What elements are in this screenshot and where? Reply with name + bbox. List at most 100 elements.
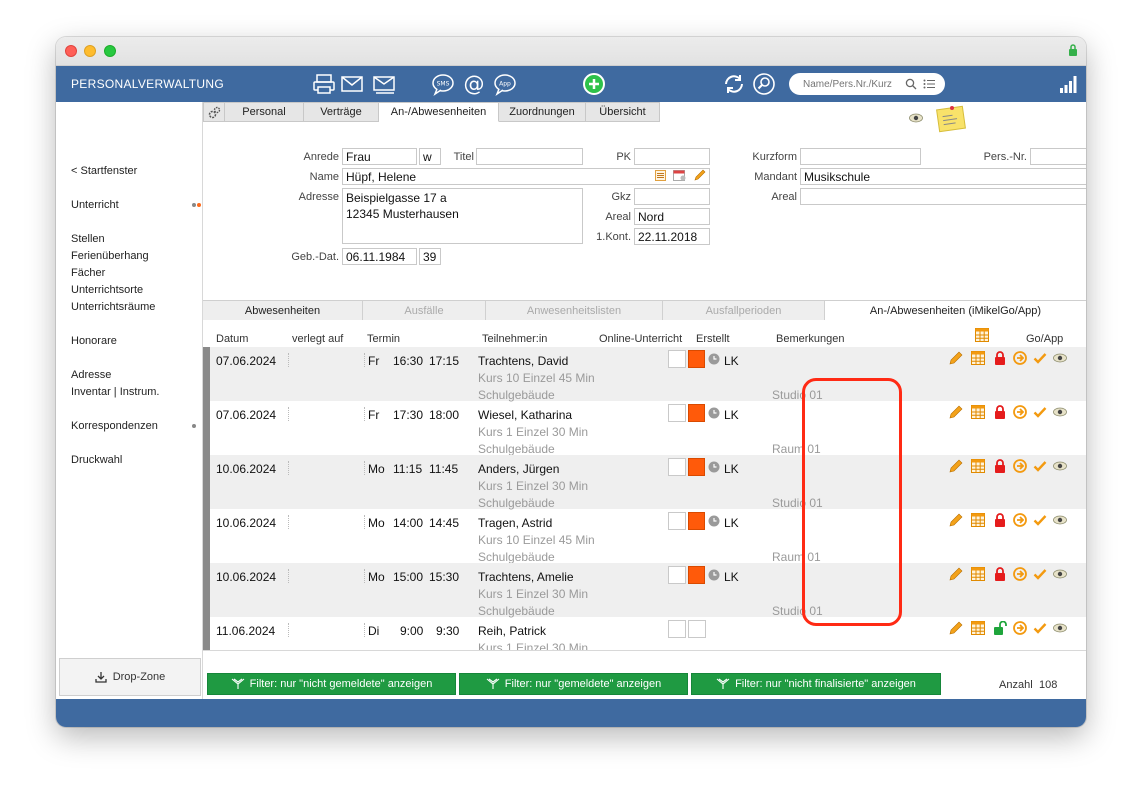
online-checkbox[interactable]: [668, 566, 686, 584]
filter-not-reported-button[interactable]: Filter: nur "nicht gemeldete" anzeigen: [207, 673, 456, 695]
online-checkbox[interactable]: [668, 620, 686, 638]
sticky-note-icon[interactable]: [935, 104, 967, 134]
sidebar-item-druckwahl[interactable]: Druckwahl: [71, 454, 122, 466]
column-datum[interactable]: Datum: [216, 333, 248, 345]
gebdat-field[interactable]: 06.11.1984: [342, 248, 417, 265]
sidebar-item-ferienueberhang[interactable]: Ferienüberhang: [71, 250, 149, 262]
checkmark-icon[interactable]: [1033, 459, 1047, 473]
areal2-field[interactable]: [800, 188, 1086, 205]
arrow-right-circle-icon[interactable]: [1013, 621, 1027, 635]
eye-icon[interactable]: [1053, 459, 1067, 473]
arrow-right-circle-icon[interactable]: [1013, 405, 1027, 419]
tab-zuordnungen[interactable]: Zuordnungen: [499, 102, 586, 122]
eye-icon[interactable]: [1053, 621, 1067, 635]
online-checkbox[interactable]: [668, 512, 686, 530]
at-email-icon[interactable]: @: [462, 72, 486, 96]
titel-field[interactable]: [476, 148, 583, 165]
adresse-field[interactable]: Beispielgasse 17 a 12345 Musterhausen: [342, 188, 583, 244]
lock-closed-icon[interactable]: [993, 405, 1007, 419]
table-row[interactable]: 07.06.2024 Fr 17:30 18:00 Wiesel, Kathar…: [210, 401, 1086, 456]
edit-pencil-icon[interactable]: [949, 351, 963, 365]
refresh-icon[interactable]: [722, 72, 746, 96]
drop-zone[interactable]: Drop-Zone: [59, 658, 201, 696]
arrow-right-circle-icon[interactable]: [1013, 567, 1027, 581]
filter-reported-button[interactable]: Filter: nur "gemeldete" anzeigen: [459, 673, 688, 695]
column-verlegt-auf[interactable]: verlegt auf: [292, 333, 343, 345]
anrede-field[interactable]: Frau: [342, 148, 417, 165]
subtab-abwesenheiten[interactable]: Abwesenheiten: [203, 301, 363, 320]
calendar-icon[interactable]: [673, 169, 686, 181]
table-grid-icon[interactable]: [971, 351, 985, 365]
kontakt-date-field[interactable]: 22.11.2018: [634, 228, 710, 245]
column-go-app[interactable]: Go/App: [1026, 333, 1063, 345]
settings-tab[interactable]: [203, 102, 225, 122]
minimize-window-button[interactable]: [84, 45, 96, 57]
column-termin[interactable]: Termin: [367, 333, 400, 345]
created-status-box[interactable]: [688, 566, 705, 584]
column-erstellt[interactable]: Erstellt: [696, 333, 730, 345]
table-grid-icon[interactable]: [975, 328, 989, 342]
table-grid-icon[interactable]: [971, 459, 985, 473]
mandant-field[interactable]: Musikschule: [800, 168, 1086, 185]
sms-icon[interactable]: SMS: [431, 72, 455, 96]
sidebar-item-inventar[interactable]: Inventar | Instrum.: [71, 386, 159, 398]
table-grid-icon[interactable]: [971, 567, 985, 581]
created-status-box[interactable]: [688, 404, 705, 422]
mail-icon[interactable]: [340, 72, 364, 96]
search-field[interactable]: [789, 73, 945, 95]
tab-personal[interactable]: Personal: [225, 102, 304, 122]
printer-icon[interactable]: [312, 72, 336, 96]
column-bemerkungen[interactable]: Bemerkungen: [776, 333, 845, 345]
checkmark-icon[interactable]: [1033, 405, 1047, 419]
sidebar-item-faecher[interactable]: Fächer: [71, 267, 105, 279]
sidebar-item-unterricht[interactable]: Unterricht: [71, 199, 119, 211]
arrow-right-circle-icon[interactable]: [1013, 351, 1027, 365]
table-row[interactable]: 10.06.2024 Mo 14:00 14:45 Tragen, Astrid…: [210, 509, 1086, 564]
eye-icon[interactable]: [1053, 351, 1067, 365]
sidebar-item-stellen[interactable]: Stellen: [71, 233, 105, 245]
column-teilnehmer[interactable]: Teilnehmer:in: [482, 333, 547, 345]
column-online-unterricht[interactable]: Online-Unterricht: [599, 333, 682, 345]
edit-pencil-icon[interactable]: [949, 621, 963, 635]
areal-field[interactable]: Nord: [634, 208, 710, 225]
table-row[interactable]: 10.06.2024 Mo 11:15 11:45 Anders, Jürgen…: [210, 455, 1086, 510]
anrede-code-field[interactable]: w: [419, 148, 441, 165]
filter-not-finalized-button[interactable]: Filter: nur "nicht finalisierte" anzeige…: [691, 673, 941, 695]
kurzform-field[interactable]: [800, 148, 921, 165]
created-status-box[interactable]: [688, 620, 706, 638]
sidebar-item-adresse[interactable]: Adresse: [71, 369, 111, 381]
eye-icon[interactable]: [1053, 567, 1067, 581]
lock-open-icon[interactable]: [993, 621, 1007, 635]
persnr-field[interactable]: [1030, 148, 1086, 165]
online-checkbox[interactable]: [668, 404, 686, 422]
mail-batch-icon[interactable]: [372, 72, 396, 96]
arrow-right-circle-icon[interactable]: [1013, 459, 1027, 473]
checkmark-icon[interactable]: [1033, 567, 1047, 581]
eye-icon[interactable]: [909, 113, 923, 123]
add-icon[interactable]: [582, 72, 606, 96]
edit-pencil-icon[interactable]: [949, 567, 963, 581]
online-checkbox[interactable]: [668, 350, 686, 368]
edit-pencil-icon[interactable]: [949, 459, 963, 473]
sidebar-item-honorare[interactable]: Honorare: [71, 335, 117, 347]
magnifier-icon[interactable]: [752, 72, 776, 96]
subtab-imikelgo-app[interactable]: An-/Abwesenheiten (iMikelGo/App): [825, 301, 1086, 320]
table-row[interactable]: 11.06.2024 Di 9:00 9:30 Reih, Patrick Ku…: [210, 617, 1086, 650]
arrow-right-circle-icon[interactable]: [1013, 513, 1027, 527]
search-input[interactable]: [803, 76, 903, 92]
checkmark-icon[interactable]: [1033, 513, 1047, 527]
lock-closed-icon[interactable]: [993, 459, 1007, 473]
edit-pencil-icon[interactable]: [949, 405, 963, 419]
gkz-field[interactable]: [634, 188, 710, 205]
lock-closed-icon[interactable]: [993, 351, 1007, 365]
created-status-box[interactable]: [688, 350, 705, 368]
table-grid-icon[interactable]: [971, 513, 985, 527]
list-icon[interactable]: [923, 78, 935, 90]
sidebar-item-unterrichtsraeume[interactable]: Unterrichtsräume: [71, 301, 155, 313]
lock-closed-icon[interactable]: [993, 567, 1007, 581]
checkmark-icon[interactable]: [1033, 351, 1047, 365]
tab-an-abwesenheiten[interactable]: An-/Abwesenheiten: [379, 102, 499, 122]
checkmark-icon[interactable]: [1033, 621, 1047, 635]
zoom-window-button[interactable]: [104, 45, 116, 57]
online-checkbox[interactable]: [668, 458, 686, 476]
